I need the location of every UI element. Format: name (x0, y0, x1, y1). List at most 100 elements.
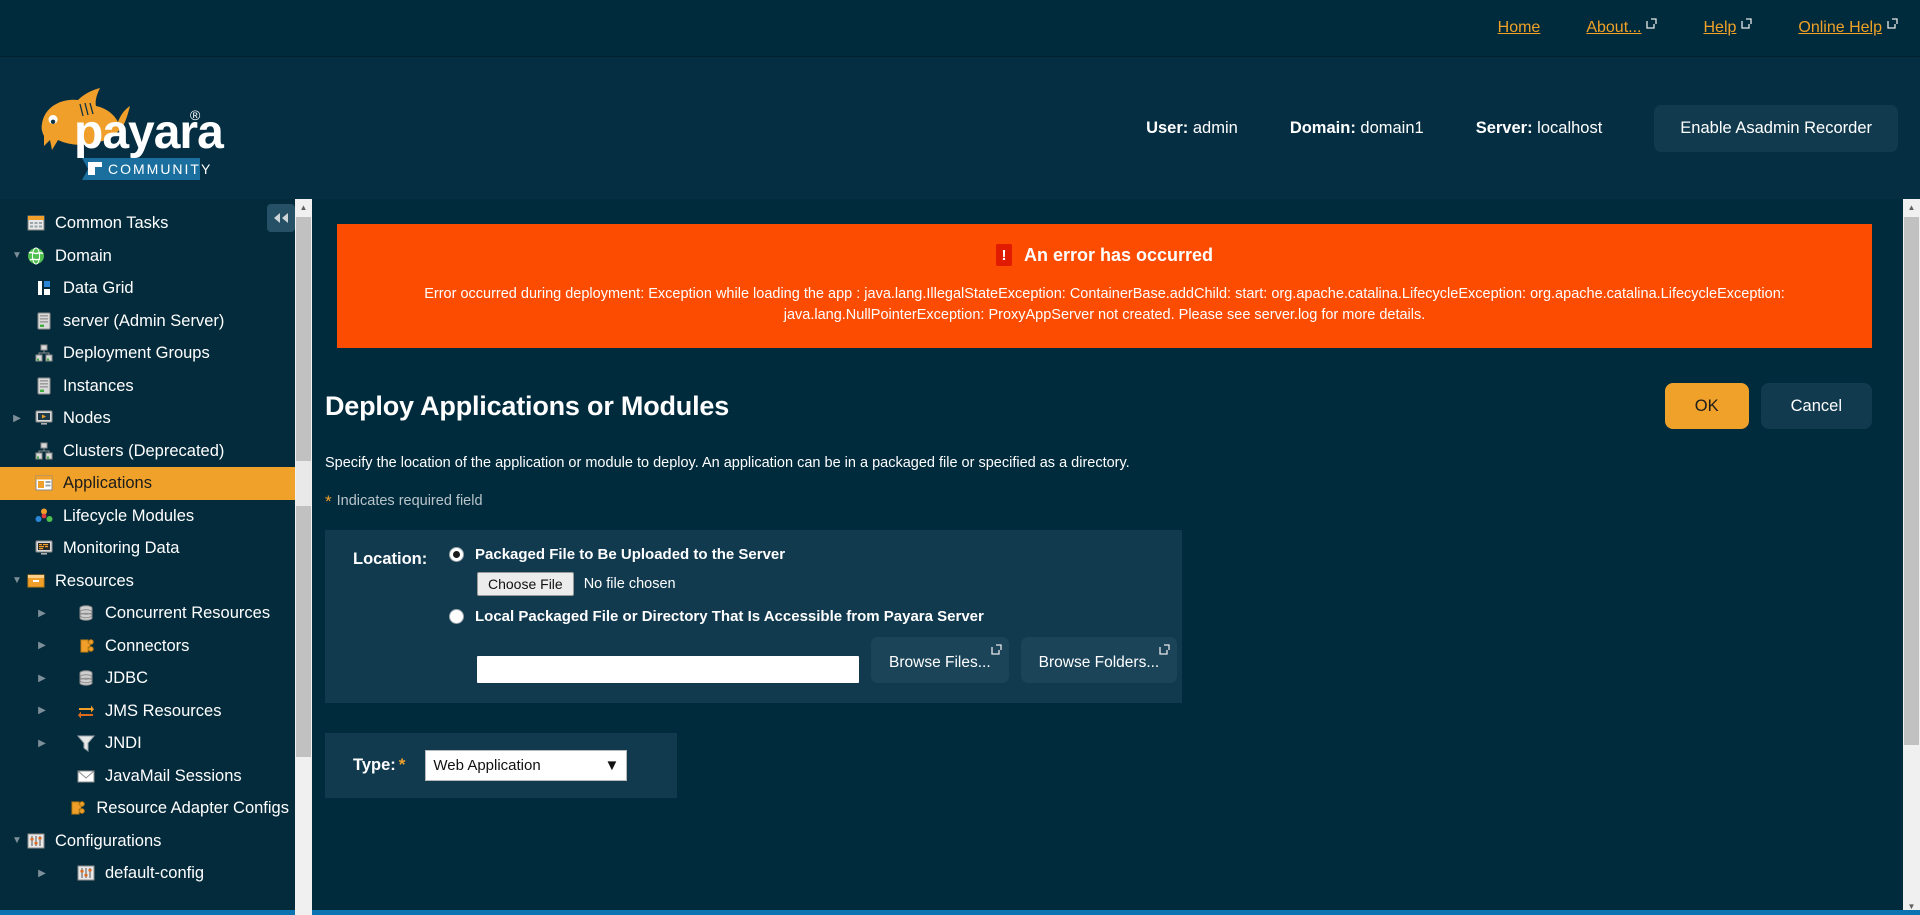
chevron-right-icon[interactable]: ▶ (33, 673, 51, 684)
sidebar-item-resource-adapter-configs[interactable]: Resource Adapter Configs (0, 792, 295, 825)
browse-files-button[interactable]: Browse Files... (871, 637, 1009, 684)
chevron-right-icon[interactable]: ▶ (33, 738, 51, 749)
error-banner: ! An error has occurred Error occurred d… (337, 224, 1872, 349)
svg-text:COMMUNITY: COMMUNITY (108, 161, 212, 177)
radio-upload[interactable] (449, 547, 464, 563)
browse-folders-button[interactable]: Browse Folders... (1020, 637, 1178, 684)
type-select[interactable]: Web Application ▼ (425, 750, 628, 782)
sidebar-item-label: Applications (63, 474, 152, 492)
sidebar-item-label: Resource Adapter Configs (96, 799, 289, 817)
top-navigation-bar: Home About... Help Online Help (0, 0, 1920, 57)
chevron-right-icon[interactable]: ▶ (33, 640, 51, 651)
chevron-right-icon[interactable]: ▶ (8, 413, 26, 424)
sidebar-item-connectors[interactable]: ▶ Connectors (0, 630, 295, 663)
sidebar-navigation: Common Tasks ▼ Domain Data Grid server (Admi… (0, 199, 295, 915)
nav-link-about[interactable]: About... (1586, 18, 1658, 37)
payara-wordmark: payara (74, 106, 225, 159)
nav-link-home[interactable]: Home (1498, 19, 1541, 37)
chevron-down-icon[interactable]: ▼ (8, 250, 26, 261)
sidebar-item-label: default-config (105, 864, 205, 882)
connectors-puzzle-icon (76, 637, 96, 655)
type-select-value: Web Application (433, 757, 541, 775)
applications-icon (34, 474, 54, 492)
enable-asadmin-recorder-button[interactable]: Enable Asadmin Recorder (1654, 104, 1898, 152)
local-path-row: Browse Files... Browse Folders... (477, 637, 1182, 684)
sidebar-scroll-up-arrow[interactable]: ▲ (295, 199, 312, 216)
chevron-right-icon[interactable]: ▶ (33, 608, 51, 619)
radio-local[interactable] (449, 609, 464, 625)
local-path-input[interactable] (477, 656, 859, 684)
sidebar-item-configurations[interactable]: ▼ Configurations (0, 825, 295, 858)
database-icon (76, 604, 96, 622)
deployment-groups-icon (34, 344, 54, 362)
nav-link-online-help-label: Online Help (1798, 19, 1882, 36)
sidebar-item-label: JDBC (105, 669, 149, 687)
sidebar-collapse-button[interactable] (267, 204, 295, 232)
cancel-button[interactable]: Cancel (1760, 383, 1872, 430)
payara-logo[interactable]: payara ® COMMUNITY (22, 72, 230, 184)
header-server-value: localhost (1537, 118, 1603, 137)
location-option-local[interactable]: Local Packaged File or Directory That Is… (449, 608, 1182, 625)
collapse-left-icon (274, 213, 288, 223)
sidebar-item-label: Common Tasks (55, 214, 169, 232)
sidebar-item-common-tasks[interactable]: Common Tasks (0, 207, 295, 240)
sidebar-item-resources[interactable]: ▼ Resources (0, 565, 295, 598)
error-title-row: ! An error has occurred (367, 244, 1842, 266)
ok-button[interactable]: OK (1664, 383, 1749, 430)
sidebar-item-javamail-sessions[interactable]: JavaMail Sessions (0, 760, 295, 793)
sidebar-item-nodes[interactable]: ▶ Nodes (0, 402, 295, 435)
jndi-funnel-icon (76, 734, 96, 753)
lifecycle-modules-icon (34, 507, 54, 525)
chevron-down-icon[interactable]: ▼ (8, 575, 26, 586)
sidebar-item-jndi[interactable]: ▶ JNDI (0, 727, 295, 760)
required-field-note: * Indicates required field (325, 493, 1920, 510)
location-option-upload[interactable]: Packaged File to Be Uploaded to the Serv… (449, 546, 1182, 563)
sidebar-item-server-admin-server[interactable]: server (Admin Server) (0, 305, 295, 338)
sidebar-item-deployment-groups[interactable]: Deployment Groups (0, 337, 295, 370)
location-label: Location: (353, 550, 428, 569)
sidebar-item-monitoring-data[interactable]: Monitoring Data (0, 532, 295, 565)
chevron-right-icon[interactable]: ▶ (33, 868, 51, 879)
main-scrollbar[interactable]: ▲ ▼ (1903, 199, 1920, 915)
main-scroll-thumb[interactable] (1904, 217, 1919, 745)
sidebar-item-domain[interactable]: ▼ Domain (0, 240, 295, 273)
sidebar-item-concurrent-resources[interactable]: ▶ Concurrent Resources (0, 597, 295, 630)
sidebar-item-instances[interactable]: Instances (0, 370, 295, 403)
required-field-note-text: Indicates required field (336, 493, 483, 510)
sidebar-item-default-config[interactable]: ▶ default-config (0, 857, 295, 890)
location-radio-group: Packaged File to Be Uploaded to the Serv… (449, 546, 1182, 684)
server-icon (34, 377, 54, 395)
sidebar-item-jms-resources[interactable]: ▶ JMS Resources (0, 695, 295, 728)
type-label-text: Type: (353, 756, 396, 775)
bottom-accent-strip (0, 910, 1920, 915)
chevron-down-icon[interactable]: ▼ (8, 835, 26, 846)
sidebar-item-label: JNDI (105, 734, 142, 752)
page-title: Deploy Applications or Modules (325, 390, 730, 421)
sidebar-item-label: JavaMail Sessions (105, 766, 242, 785)
sidebar-item-applications[interactable]: Applications (0, 467, 295, 500)
clusters-icon (34, 442, 54, 460)
chevron-right-icon[interactable]: ▶ (33, 705, 51, 716)
app-header: payara ® COMMUNITY User: admin Domain: d… (0, 57, 1920, 199)
page-title-row: Deploy Applications or Modules OK Cancel (325, 383, 1872, 430)
sidebar-item-label: Clusters (Deprecated) (63, 441, 225, 460)
radio-local-label: Local Packaged File or Directory That Is… (475, 608, 984, 626)
radio-upload-label: Packaged File to Be Uploaded to the Serv… (475, 546, 786, 564)
sidebar-item-data-grid[interactable]: Data Grid (0, 272, 295, 305)
sidebar-item-lifecycle-modules[interactable]: Lifecycle Modules (0, 500, 295, 533)
nav-link-help-label: Help (1703, 19, 1737, 36)
sidebar-item-label: JMS Resources (105, 701, 222, 720)
main-content: ! An error has occurred Error occurred d… (295, 199, 1920, 915)
resources-box-icon (26, 572, 46, 590)
sidebar-scrollbar[interactable]: ▲ (295, 199, 312, 915)
chevron-down-icon: ▼ (604, 757, 620, 775)
nav-link-online-help[interactable]: Online Help (1798, 18, 1898, 37)
sidebar-item-jdbc[interactable]: ▶ JDBC (0, 662, 295, 695)
main-scroll-up-arrow[interactable]: ▲ (1903, 199, 1920, 216)
header-domain-value: domain1 (1360, 118, 1424, 137)
header-user-value: admin (1192, 118, 1238, 137)
nav-link-help[interactable]: Help (1703, 18, 1753, 37)
svg-text:payara: payara (74, 106, 224, 159)
sidebar-item-clusters-deprecated[interactable]: Clusters (Deprecated) (0, 435, 295, 468)
choose-file-button[interactable]: Choose File (477, 572, 574, 597)
